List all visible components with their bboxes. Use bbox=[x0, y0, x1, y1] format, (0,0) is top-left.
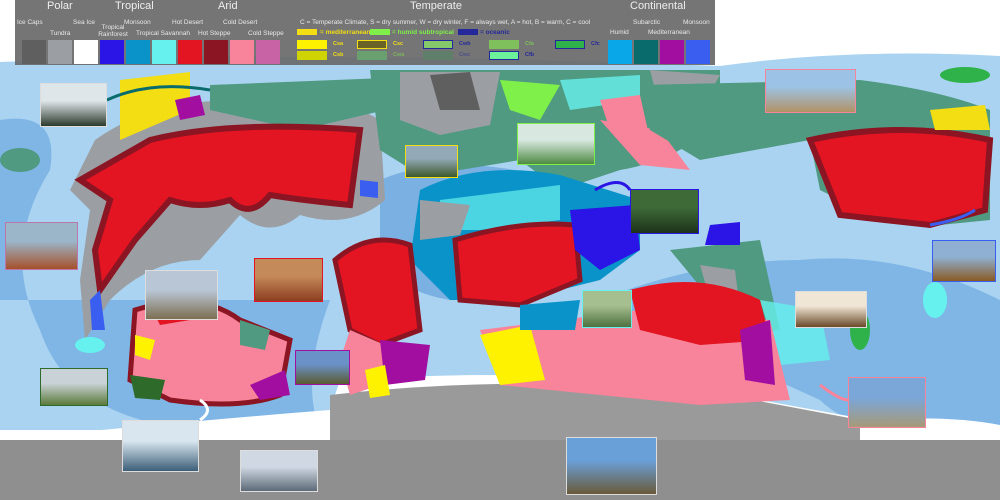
photo-misty-grassland bbox=[40, 368, 108, 406]
key-swatch-oceanic bbox=[458, 29, 478, 35]
key-swatch-mediterranean bbox=[297, 29, 317, 35]
group-tropical: Tropical bbox=[115, 0, 154, 12]
photo-rainforest bbox=[630, 189, 699, 234]
swatch-csa bbox=[297, 40, 327, 49]
swatch-cold-desert bbox=[230, 40, 254, 64]
climate-legend: Polar Tropical Arid Temperate Continenta… bbox=[15, 0, 715, 65]
label-tropical-savannah: Tropical Savannah bbox=[136, 30, 190, 37]
label-ice-caps: Ice Caps bbox=[17, 19, 43, 26]
photo-arid-valley bbox=[765, 69, 856, 113]
code-cfa: Cfa bbox=[525, 41, 534, 47]
swatch-cold-steppe bbox=[256, 40, 280, 64]
photo-snowy-peaks bbox=[240, 450, 318, 492]
swatch-tundra bbox=[48, 40, 72, 64]
temperate-explanation: C = Temperate Climate, S = dry summer, W… bbox=[300, 19, 591, 26]
key-oceanic: = oceanic bbox=[480, 29, 510, 36]
photo-baobabs bbox=[795, 291, 867, 328]
swatch-csc bbox=[357, 40, 387, 49]
label-sea-ice: Sea Ice bbox=[73, 19, 96, 26]
swatch-tropical-savannah bbox=[152, 40, 176, 64]
label-humid: Humid bbox=[610, 29, 629, 36]
photo-volcano-plain bbox=[848, 377, 926, 428]
swatch-cwc bbox=[423, 51, 453, 60]
swatch-ice-caps bbox=[22, 40, 46, 64]
group-temperate: Temperate bbox=[410, 0, 462, 12]
label-hot-desert: Hot Desert bbox=[172, 19, 204, 26]
label-mediterranean: Mediterranean bbox=[648, 29, 690, 36]
swatch-hot-desert bbox=[178, 40, 202, 64]
label-continental-monsoon: Monsoon bbox=[683, 19, 710, 26]
key-mediterranean: = mediterranean bbox=[320, 29, 371, 36]
code-csc: Csc bbox=[393, 41, 404, 47]
swatch-sea-ice bbox=[74, 40, 98, 64]
key-humid-subtropical: = humid subtropical bbox=[392, 29, 454, 36]
photo-pine-lake bbox=[405, 145, 458, 178]
swatch-continental-humid bbox=[608, 40, 632, 64]
swatch-tropical-rainforest bbox=[100, 40, 124, 64]
swatch-cfb bbox=[489, 51, 519, 60]
code-cwb: Cwb bbox=[459, 41, 471, 47]
label-subarctic: Subarctic bbox=[633, 19, 661, 26]
key-swatch-humid-subtropical bbox=[370, 29, 390, 35]
swatch-csb bbox=[297, 51, 327, 60]
swatch-cwb bbox=[423, 40, 453, 49]
photo-alpine-meadow bbox=[566, 437, 657, 495]
photo-karst-lake bbox=[517, 123, 595, 165]
group-arid: Arid bbox=[218, 0, 238, 12]
swatch-hot-steppe bbox=[204, 40, 228, 64]
swatch-monsoon bbox=[126, 40, 150, 64]
code-csb: Csb bbox=[333, 52, 344, 58]
group-polar: Polar bbox=[47, 0, 73, 12]
photo-tall-grass bbox=[582, 290, 632, 328]
photo-snowy-forest bbox=[40, 83, 107, 127]
label-tropical-rainforest: Tropical Rainforest bbox=[98, 24, 128, 38]
photo-autumn-hills bbox=[5, 222, 78, 270]
label-tundra: Tundra bbox=[50, 30, 71, 37]
photo-autumn-forest bbox=[932, 240, 996, 282]
photo-red-desert bbox=[254, 258, 323, 302]
photo-desert-mountains bbox=[145, 270, 218, 320]
code-cwc: Cwc bbox=[459, 52, 471, 58]
group-continental: Continental bbox=[630, 0, 686, 12]
photo-steppe bbox=[295, 350, 350, 385]
code-cfc: Cfc bbox=[591, 41, 600, 47]
code-csa: Csa bbox=[333, 41, 344, 47]
swatch-continental-mediterranean bbox=[660, 40, 684, 64]
code-cwa: Cwa bbox=[393, 52, 405, 58]
swatch-cfc bbox=[555, 40, 585, 49]
code-cfb: Cfb bbox=[525, 52, 535, 58]
swatch-cwa bbox=[357, 51, 387, 60]
photo-sea-ice bbox=[122, 420, 199, 472]
swatch-subarctic bbox=[634, 40, 658, 64]
label-hot-steppe: Hot Steppe bbox=[198, 30, 231, 37]
label-cold-steppe: Cold Steppe bbox=[248, 30, 284, 37]
label-cold-desert: Cold Desert bbox=[223, 19, 258, 26]
swatch-continental-monsoon bbox=[686, 40, 710, 64]
swatch-cfa bbox=[489, 40, 519, 49]
label-monsoon: Monsoon bbox=[124, 19, 151, 26]
